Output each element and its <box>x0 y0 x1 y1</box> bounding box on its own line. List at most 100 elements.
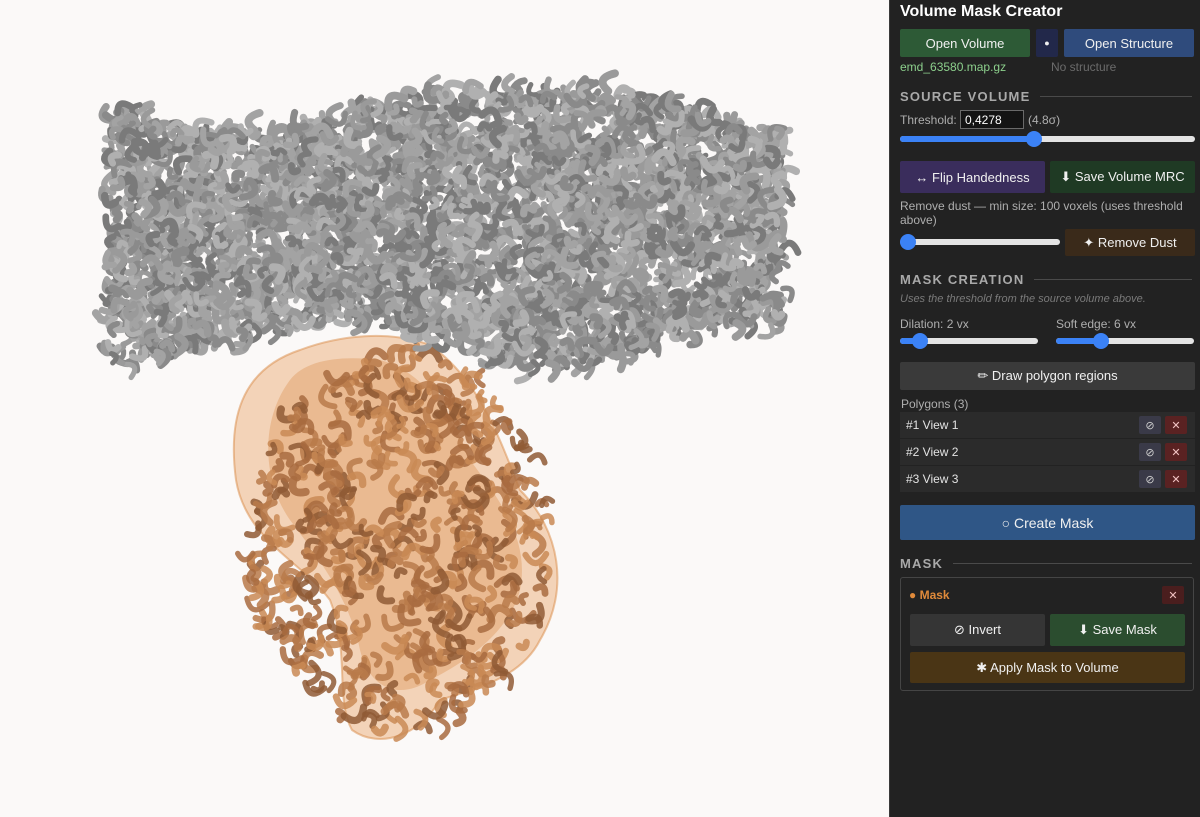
volume-density-strand <box>543 76 561 96</box>
volume-render <box>91 69 802 742</box>
volume-density-strand <box>123 361 138 381</box>
section-mask-title: MASK <box>900 555 944 571</box>
volume-density-strand <box>608 351 627 374</box>
slider-thumb[interactable] <box>1025 131 1042 147</box>
flip-handedness-button[interactable]: ↔ Flip Handedness <box>900 161 1045 193</box>
volume-density-strand <box>271 252 284 267</box>
volume-density-strand <box>458 91 472 105</box>
structure-filename: No structure <box>1051 60 1117 74</box>
masked-density-strand <box>520 476 540 491</box>
volume-density-strand <box>770 309 786 321</box>
volume-density-strand <box>613 310 629 323</box>
polygon-toggle-icon[interactable]: ⊘ <box>1139 470 1161 488</box>
apply-mask-button[interactable]: ✱ Apply Mask to Volume <box>910 652 1185 683</box>
masked-density-strand <box>244 520 262 539</box>
volume-density-strand <box>616 240 631 256</box>
polygon-row[interactable]: #3 View 3 ⊘ ✕ <box>900 466 1195 492</box>
masked-density-strand <box>295 518 308 534</box>
mask-card: ● Mask ✕ ⊘ Invert ⬇ Save Mask ✱ Apply Ma… <box>900 577 1194 691</box>
section-mask-creation: MASK CREATION <box>900 271 1192 287</box>
mask-close-icon[interactable]: ✕ <box>1162 586 1184 604</box>
masked-density-strand <box>452 707 467 728</box>
mask-name: ● Mask <box>909 588 950 602</box>
polygon-delete-icon[interactable]: ✕ <box>1165 470 1187 488</box>
divider <box>1034 278 1192 280</box>
section-source-volume: SOURCE VOLUME <box>900 88 1192 104</box>
invert-button[interactable]: ⊘ Invert <box>910 614 1045 646</box>
slider-thumb[interactable] <box>900 234 916 250</box>
polygon-row[interactable]: #1 View 1 ⊘ ✕ <box>900 412 1195 438</box>
volume-density-strand <box>777 239 802 256</box>
polygon-label: #2 View 2 <box>906 445 959 459</box>
dust-slider[interactable] <box>900 234 1060 250</box>
polygon-row[interactable]: #2 View 2 ⊘ ✕ <box>900 439 1195 465</box>
volume-density-strand <box>711 213 724 230</box>
masked-density-strand <box>329 502 343 517</box>
section-source-volume-title: SOURCE VOLUME <box>900 88 1031 104</box>
save-mask-button[interactable]: ⬇ Save Mask <box>1050 614 1185 646</box>
volume-density-strand <box>195 245 213 258</box>
masked-density-strand <box>345 685 358 701</box>
volume-density-strand <box>757 322 776 340</box>
volume-density-strand <box>293 221 313 235</box>
polygon-delete-icon[interactable]: ✕ <box>1165 416 1187 434</box>
dot-button[interactable]: ● <box>1036 29 1058 57</box>
open-structure-button[interactable]: Open Structure <box>1064 29 1194 57</box>
volume-density-strand <box>516 154 533 166</box>
dilation-slider[interactable] <box>900 333 1038 349</box>
create-mask-button[interactable]: ○ Create Mask <box>900 505 1195 540</box>
open-volume-button[interactable]: Open Volume <box>900 29 1030 57</box>
volume-density-strand <box>506 186 529 202</box>
volume-density-strand <box>328 288 345 301</box>
masked-density-strand <box>289 604 304 617</box>
volume-density-strand <box>244 109 264 134</box>
polygon-label: #3 View 3 <box>906 472 959 486</box>
volume-density-strand <box>287 162 302 176</box>
volume-density-strand <box>480 273 495 287</box>
polygon-toggle-icon[interactable]: ⊘ <box>1139 416 1161 434</box>
volume-density-strand <box>124 262 138 277</box>
draw-polygon-button[interactable]: ✏ Draw polygon regions <box>900 362 1195 390</box>
volume-density-strand <box>138 198 152 219</box>
masked-density-strand <box>476 388 488 404</box>
3d-viewport[interactable] <box>0 0 889 817</box>
masked-density-strand <box>310 603 323 622</box>
remove-dust-button[interactable]: ✦ Remove Dust <box>1065 229 1195 256</box>
masked-density-strand <box>436 716 451 741</box>
masked-density-strand <box>281 623 300 636</box>
masked-density-strand <box>272 457 285 473</box>
save-volume-button[interactable]: ⬇ Save Volume MRC <box>1050 161 1195 193</box>
volume-density-strand <box>438 111 449 125</box>
volume-density-strand <box>633 173 647 188</box>
volume-density-strand <box>646 223 660 237</box>
volume-density-strand <box>126 319 140 330</box>
soft-edge-slider[interactable] <box>1056 333 1194 349</box>
masked-density-strand <box>430 516 443 533</box>
volume-density-strand <box>431 339 452 353</box>
volume-density-strand <box>231 169 246 183</box>
volume-density-strand <box>174 134 191 147</box>
volume-density-strand <box>667 200 680 216</box>
divider <box>1040 95 1192 97</box>
slider-thumb[interactable] <box>912 333 929 349</box>
volume-density-strand <box>111 208 123 224</box>
polygon-label: #1 View 1 <box>906 418 959 432</box>
volume-density-strand <box>678 329 700 345</box>
polygon-toggle-icon[interactable]: ⊘ <box>1139 443 1161 461</box>
slider-thumb[interactable] <box>1092 333 1109 349</box>
polygon-delete-icon[interactable]: ✕ <box>1165 443 1187 461</box>
masked-density-strand <box>262 480 274 497</box>
masked-density-strand <box>406 594 426 608</box>
volume-density-strand <box>526 82 539 98</box>
section-mask-creation-title: MASK CREATION <box>900 271 1025 287</box>
volume-density-strand <box>731 319 747 341</box>
polygons-label: Polygons (3) <box>901 397 969 411</box>
masked-density-strand <box>235 550 256 563</box>
sigma-readout: (4.8σ) <box>1028 113 1061 127</box>
threshold-input[interactable] <box>960 110 1024 129</box>
masked-density-strand <box>291 661 306 677</box>
volume-density-strand <box>167 230 179 247</box>
masked-density-strand <box>526 452 548 466</box>
slider-fill <box>900 136 1034 142</box>
threshold-slider[interactable] <box>900 131 1195 147</box>
